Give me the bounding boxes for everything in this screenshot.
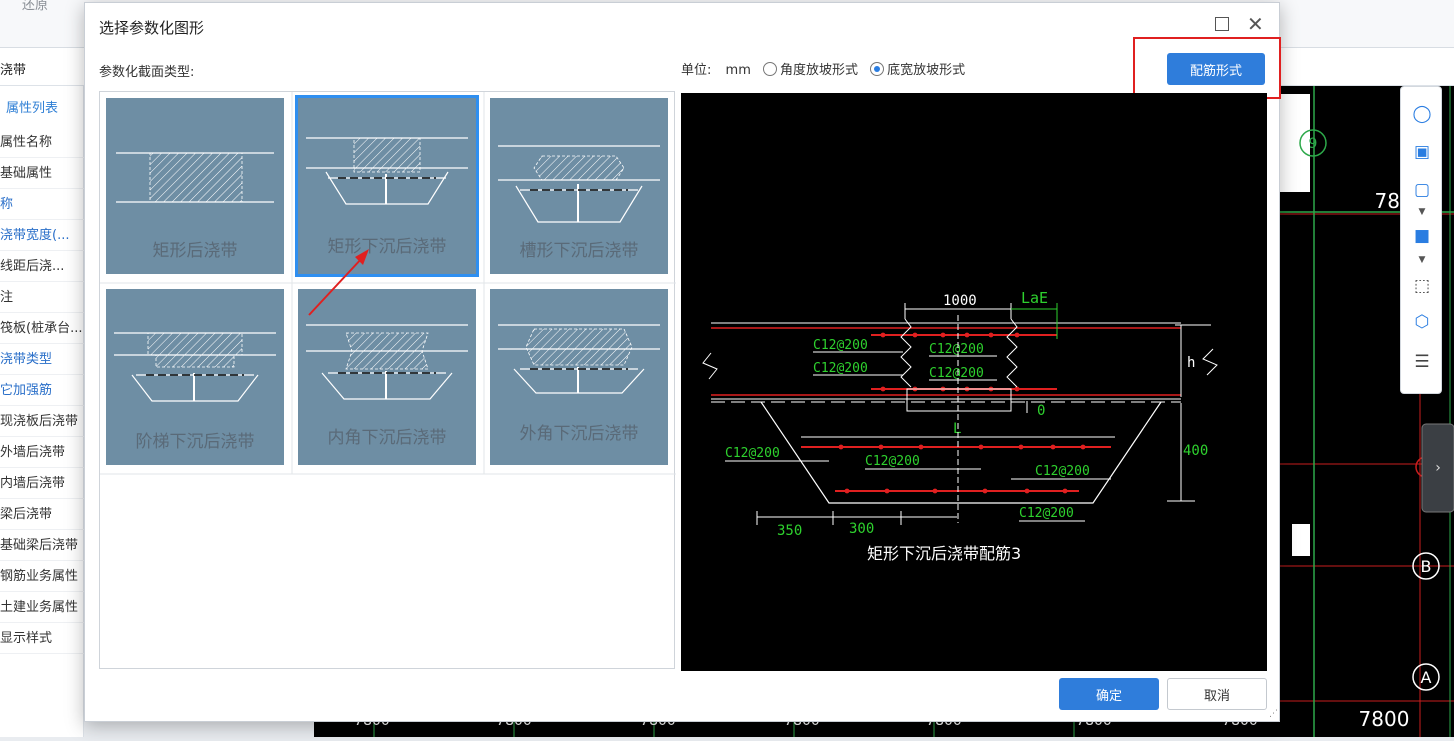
axis-label-a: A: [1421, 668, 1432, 687]
chevron-down-icon[interactable]: ▼: [1409, 199, 1435, 225]
L-label: L: [953, 421, 961, 437]
dim-350-label: 350: [777, 523, 802, 539]
property-row[interactable]: 外墙后浇带: [0, 437, 84, 468]
rebar-form-button[interactable]: 配筋形式: [1167, 53, 1265, 85]
unit-value: mm: [725, 63, 751, 78]
ok-button[interactable]: 确定: [1059, 678, 1159, 710]
rebar-label-2: C12@200: [813, 361, 868, 376]
maximize-icon[interactable]: [1215, 17, 1229, 31]
thumbnail-trough-sunken[interactable]: 槽形下沉后浇带: [484, 92, 676, 283]
property-row[interactable]: 浇带宽度(...: [0, 220, 84, 251]
thumbnail-rect-post-pour[interactable]: 矩形后浇带: [100, 92, 292, 283]
property-row[interactable]: 显示样式: [0, 623, 84, 654]
tab-property-list[interactable]: 属性列表: [6, 97, 58, 116]
radio-bottom-width-slope-label[interactable]: 底宽放坡形式: [887, 63, 965, 78]
property-row[interactable]: 现浇板后浇带: [0, 406, 84, 437]
thumbnail-stepped-sunken[interactable]: 阶梯下沉后浇带: [100, 283, 292, 474]
height-400-label: 400: [1183, 443, 1208, 459]
radio-bottom-width-slope[interactable]: [870, 62, 885, 76]
list-view-icon[interactable]: ☰: [1409, 349, 1435, 375]
thumbnail-label: 阶梯下沉后浇带: [135, 432, 255, 452]
rebar-label-7: C12@200: [1035, 464, 1090, 479]
dialog-title: 选择参数化图形: [99, 19, 205, 37]
property-row[interactable]: 钢筋业务属性: [0, 561, 84, 592]
property-row[interactable]: 属性名称: [0, 127, 84, 158]
property-row[interactable]: 梁后浇带: [0, 499, 84, 530]
rebar-label-6: C12@200: [865, 454, 920, 469]
thumbnail-label: 外角下沉后浇带: [519, 424, 639, 444]
select-parametric-dialog: 选择参数化图形 ✕ 参数化截面类型: 单位: mm 角度放坡形式 底宽放坡形式 …: [84, 2, 1281, 722]
3d-view-icon[interactable]: ▣: [1409, 139, 1435, 165]
dim-width-1000: 1000: [943, 293, 977, 309]
unit-label: 单位:: [681, 63, 712, 78]
solid-cube-icon[interactable]: ■: [1409, 223, 1435, 249]
close-icon[interactable]: ✕: [1247, 11, 1264, 37]
radio-angle-slope-label[interactable]: 角度放坡形式: [780, 63, 858, 78]
lae-label: LaE: [1021, 289, 1048, 307]
zero-label: 0: [1037, 403, 1045, 419]
section-type-label: 参数化截面类型:: [99, 65, 195, 80]
axis-label-b: B: [1421, 557, 1432, 576]
rebar-label-4: C12@200: [929, 366, 984, 381]
property-row[interactable]: 它加强筋: [0, 375, 84, 406]
h-label: h: [1187, 355, 1195, 371]
thumbnail-outer-angle-sunken[interactable]: 外角下沉后浇带: [484, 283, 676, 474]
thumbnail-grid: 矩形后浇带 矩形下沉后浇带 槽形下沉后浇带 阶梯下沉后浇带 内角下沉后浇带 外角…: [99, 91, 676, 669]
preview-caption: 矩形下沉后浇带配筋3: [867, 544, 1021, 563]
property-row[interactable]: 土建业务属性: [0, 592, 84, 623]
property-row[interactable]: 浇带类型: [0, 344, 84, 375]
thumbnail-label: 槽形下沉后浇带: [519, 241, 639, 261]
resize-grip-icon[interactable]: ⋰: [1269, 709, 1278, 719]
property-row[interactable]: 基础梁后浇带: [0, 530, 84, 561]
annotation-arrow: [308, 249, 369, 316]
restore-hint[interactable]: 还原: [22, 0, 48, 13]
property-row[interactable]: 筏板(桩承台...: [0, 313, 84, 344]
property-row[interactable]: 线距后浇...: [0, 251, 84, 282]
section-preview: 1000 LaE C12@200 C12@200 C12@200 C12@200…: [681, 93, 1267, 671]
property-panel: 属性列表 属性名称 基础属性称浇带宽度(... 线距后浇... 注筏板(桩承台... 浇…: [0, 86, 84, 737]
rebar-label-1: C12@200: [813, 338, 868, 353]
property-row[interactable]: 内墙后浇带: [0, 468, 84, 499]
select-region-icon[interactable]: ⬚: [1409, 273, 1435, 299]
cube-box-icon[interactable]: ⬡: [1409, 309, 1435, 335]
unit-row: 单位: mm 角度放坡形式 底宽放坡形式: [681, 59, 965, 78]
property-row[interactable]: 注: [0, 282, 84, 313]
dim-7800-bottom: 7800: [1359, 707, 1410, 731]
rebar-label-3: C12@200: [929, 342, 984, 357]
thumbnail-label: 矩形后浇带: [152, 241, 238, 261]
property-row[interactable]: 基础属性: [0, 158, 84, 189]
cancel-button[interactable]: 取消: [1167, 678, 1267, 710]
sphere-icon[interactable]: ◯: [1409, 101, 1435, 127]
component-title: 浇带: [0, 63, 27, 78]
property-row[interactable]: 称: [0, 189, 84, 220]
dim-300-label: 300: [849, 521, 874, 537]
axis-label-9: 9: [1309, 136, 1318, 152]
rebar-label-8: C12@200: [1019, 506, 1074, 521]
view-toolbar: ◯ ▣ ▢ ▼ ■ ▼ ⬚ ⬡ ☰: [1400, 86, 1442, 394]
rebar-label-5: C12@200: [725, 446, 780, 461]
chevron-down-icon[interactable]: ▼: [1409, 247, 1435, 273]
svg-text:›: ›: [1435, 460, 1441, 476]
thumbnail-label: 内角下沉后浇带: [327, 428, 447, 448]
radio-angle-slope[interactable]: [763, 62, 777, 76]
